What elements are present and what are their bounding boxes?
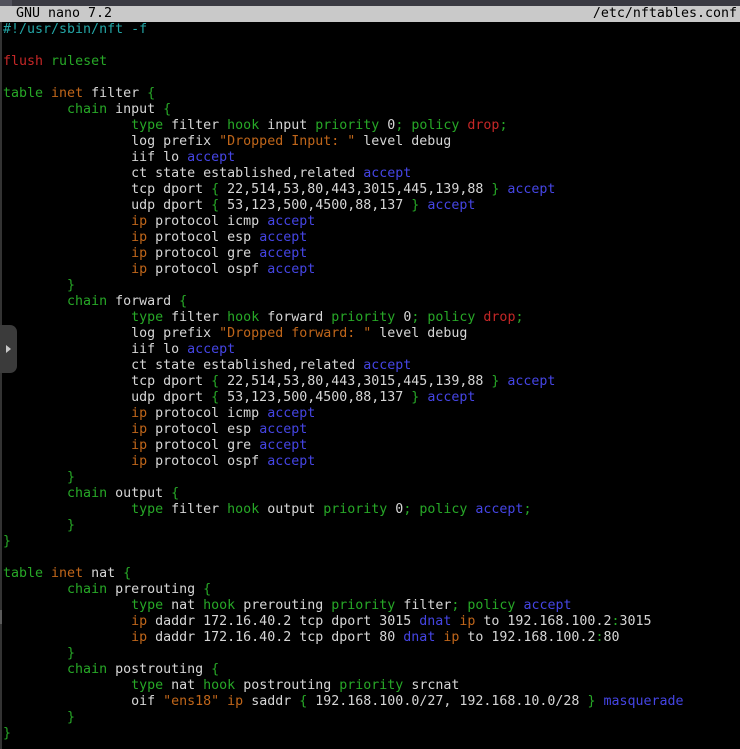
code-line: log prefix "Dropped forward: " level deb… xyxy=(3,326,740,342)
code-line: ip daddr 172.16.40.2 tcp dport 80 dnat i… xyxy=(3,630,740,646)
code-line xyxy=(3,550,740,566)
code-line: ip protocol esp accept xyxy=(3,422,740,438)
drawer-handle-button[interactable] xyxy=(0,325,17,373)
code-line: } xyxy=(3,646,740,662)
code-line: type filter hook forward priority 0; pol… xyxy=(3,310,740,326)
code-line: chain output { xyxy=(3,486,740,502)
code-line: ip protocol gre accept xyxy=(3,246,740,262)
file-path: /etc/nftables.conf xyxy=(593,6,737,22)
code-line: chain postrouting { xyxy=(3,662,740,678)
code-line: oif "ens18" ip saddr { 192.168.100.0/27,… xyxy=(3,694,740,710)
code-line: } xyxy=(3,710,740,726)
code-line: chain forward { xyxy=(3,294,740,310)
code-line: ct state established,related accept xyxy=(3,358,740,374)
code-line: tcp dport { 22,514,53,80,443,3015,445,13… xyxy=(3,374,740,390)
code-line: table inet nat { xyxy=(3,566,740,582)
code-line: ip protocol ospf accept xyxy=(3,262,740,278)
code-line: type nat hook prerouting priority filter… xyxy=(3,598,740,614)
code-line: chain prerouting { xyxy=(3,582,740,598)
code-line: table inet filter { xyxy=(3,86,740,102)
code-editor[interactable]: #!/usr/sbin/nft -f flush ruleset table ine… xyxy=(0,22,740,749)
code-line: type nat hook postrouting priority srcna… xyxy=(3,678,740,694)
code-line: log prefix "Dropped Input: " level debug xyxy=(3,134,740,150)
arrow-right-icon xyxy=(6,345,11,353)
app-title: GNU nano 7.2 xyxy=(16,6,112,22)
code-line: } xyxy=(3,278,740,294)
code-line: } xyxy=(3,534,740,550)
code-line: #!/usr/sbin/nft -f xyxy=(3,22,740,38)
code-line xyxy=(3,38,740,54)
code-line: ip protocol icmp accept xyxy=(3,214,740,230)
code-line: type filter hook output priority 0; poli… xyxy=(3,502,740,518)
code-line: chain input { xyxy=(3,102,740,118)
code-line: } xyxy=(3,470,740,486)
code-line: } xyxy=(3,518,740,534)
code-line: iif lo accept xyxy=(3,342,740,358)
code-line: udp dport { 53,123,500,4500,88,137 } acc… xyxy=(3,390,740,406)
code-line: udp dport { 53,123,500,4500,88,137 } acc… xyxy=(3,198,740,214)
code-line: ip protocol gre accept xyxy=(3,438,740,454)
code-line: ip protocol icmp accept xyxy=(3,406,740,422)
code-line: iif lo accept xyxy=(3,150,740,166)
nano-titlebar: GNU nano 7.2 /etc/nftables.conf xyxy=(0,6,740,22)
code-line: } xyxy=(3,726,740,742)
code-line: type filter hook input priority 0; polic… xyxy=(3,118,740,134)
code-line xyxy=(3,70,740,86)
code-line: ip daddr 172.16.40.2 tcp dport 3015 dnat… xyxy=(3,614,740,630)
terminal-window: GNU nano 7.2 /etc/nftables.conf #!/usr/s… xyxy=(0,0,740,749)
scroll-indicator xyxy=(0,610,2,624)
code-line: tcp dport { 22,514,53,80,443,3015,445,13… xyxy=(3,182,740,198)
code-line: ct state established,related accept xyxy=(3,166,740,182)
code-line: ip protocol ospf accept xyxy=(3,454,740,470)
code-line: ip protocol esp accept xyxy=(3,230,740,246)
code-line: flush ruleset xyxy=(3,54,740,70)
